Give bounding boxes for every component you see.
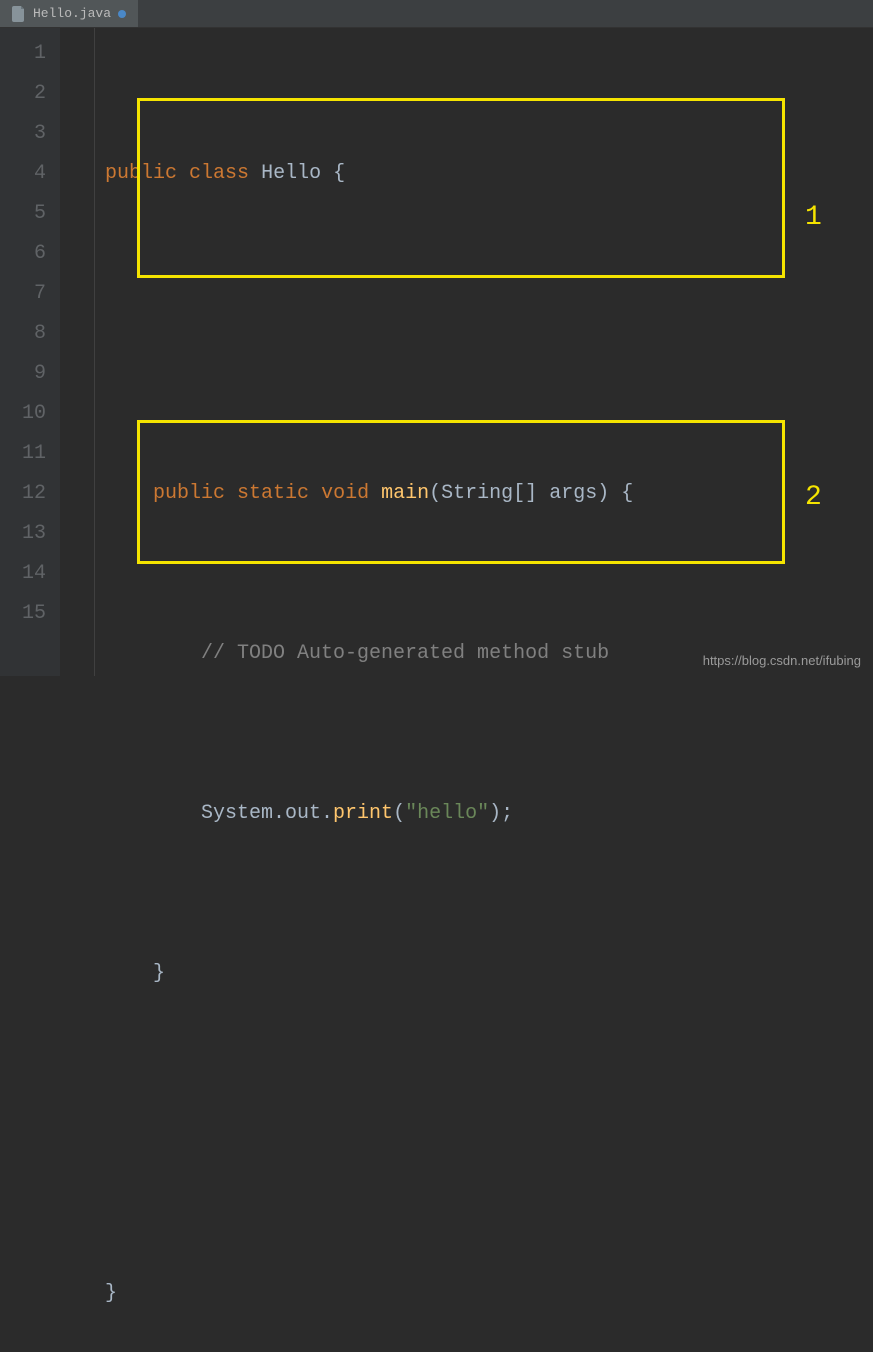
modified-indicator-icon — [118, 10, 126, 18]
file-tab[interactable]: Hello.java — [0, 0, 138, 27]
line-number: 4 — [0, 154, 60, 194]
line-number: 6 — [0, 234, 60, 274]
code-line[interactable] — [95, 314, 633, 354]
line-number: 1 — [0, 34, 60, 74]
code-line[interactable]: } — [95, 954, 633, 994]
code-line[interactable]: System.out.print("hello"); — [95, 794, 633, 834]
code-line[interactable]: public class Hello { — [95, 154, 633, 194]
file-tab-label: Hello.java — [33, 6, 111, 21]
line-number: 12 — [0, 474, 60, 514]
code-editor[interactable]: 1 2 3 4 5 6 7 8 9 10 11 12 13 14 15 publ… — [0, 28, 873, 676]
line-number: 15 — [0, 594, 60, 634]
line-number: 9 — [0, 354, 60, 394]
annotation-label-2: 2 — [805, 478, 822, 518]
watermark-text: https://blog.csdn.net/ifubing — [703, 653, 861, 668]
tab-bar: Hello.java — [0, 0, 873, 28]
code-line[interactable]: public static void main(String[] args) { — [95, 474, 633, 514]
code-line[interactable] — [95, 1114, 633, 1154]
file-icon — [12, 6, 26, 22]
code-area[interactable]: public class Hello { public static void … — [95, 28, 633, 676]
line-number: 10 — [0, 394, 60, 434]
line-number: 8 — [0, 314, 60, 354]
line-number: 2 — [0, 74, 60, 114]
line-number: 11 — [0, 434, 60, 474]
line-number: 13 — [0, 514, 60, 554]
code-line[interactable]: // TODO Auto-generated method stub — [95, 634, 633, 674]
annotation-label-1: 1 — [805, 198, 822, 238]
line-number: 3 — [0, 114, 60, 154]
code-line[interactable]: } — [95, 1274, 633, 1314]
line-number: 7 — [0, 274, 60, 314]
line-number: 5 — [0, 194, 60, 234]
line-number: 14 — [0, 554, 60, 594]
line-number-gutter: 1 2 3 4 5 6 7 8 9 10 11 12 13 14 15 — [0, 28, 60, 676]
